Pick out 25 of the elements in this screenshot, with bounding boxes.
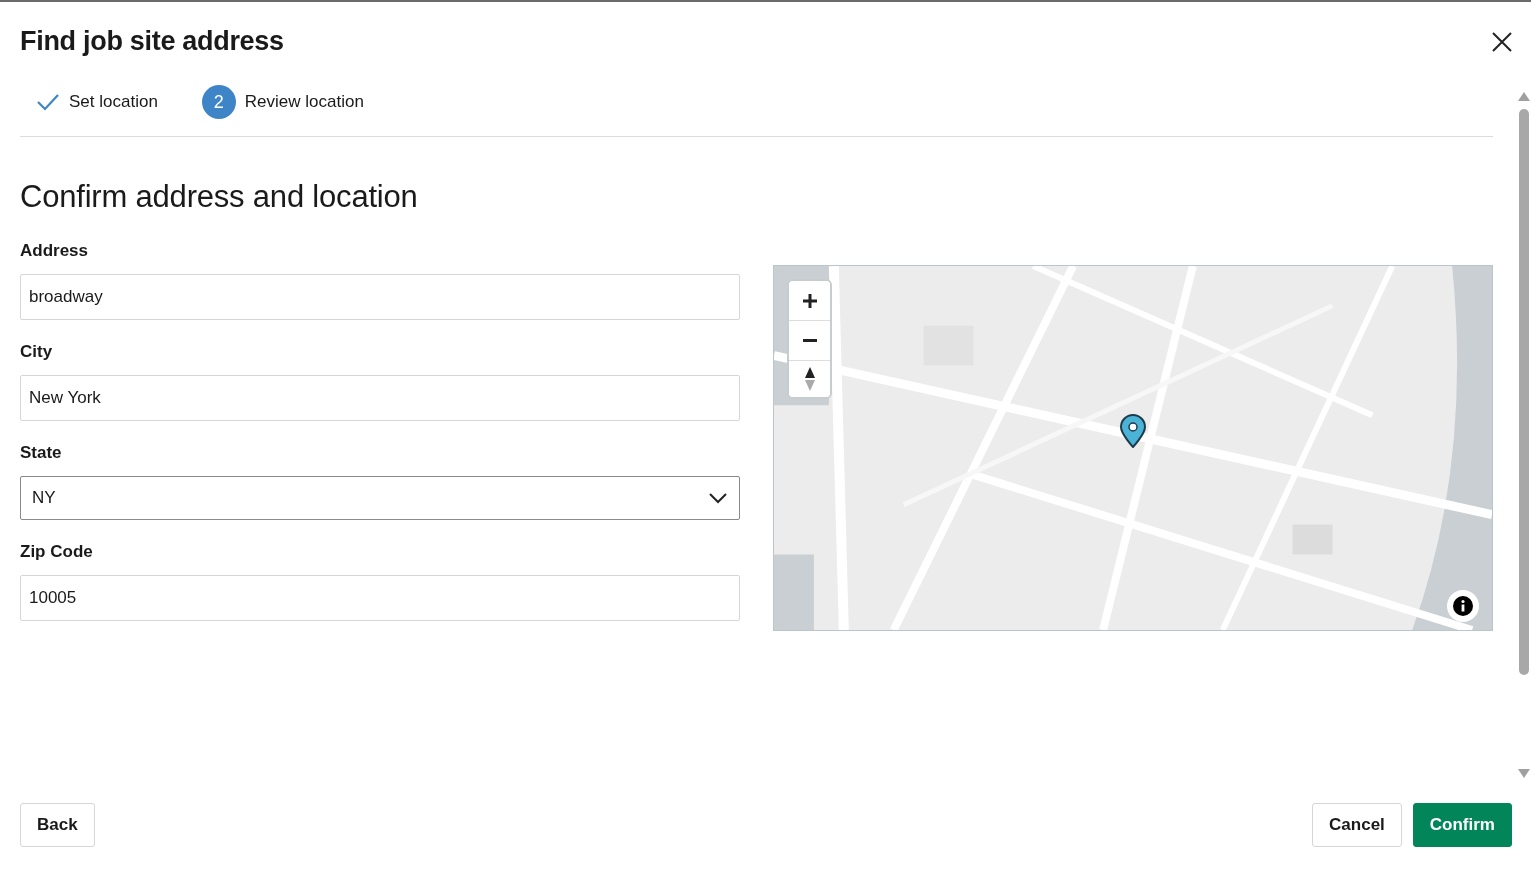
location-pin-icon xyxy=(1119,414,1147,448)
input-field[interactable]: New York xyxy=(20,375,740,421)
minus-icon xyxy=(801,339,818,342)
confirm-button[interactable]: Confirm xyxy=(1412,803,1512,847)
field-label: Address xyxy=(20,241,90,261)
cancel-button[interactable]: Cancel xyxy=(1312,803,1402,847)
input-field[interactable]: 10005 xyxy=(20,575,740,621)
zoom-in-button[interactable] xyxy=(789,281,830,321)
section-heading: Confirm address and location xyxy=(20,179,419,215)
field-label: City xyxy=(20,342,54,362)
input-field[interactable]: broadway xyxy=(20,274,740,320)
compass-icon xyxy=(803,366,816,392)
info-icon xyxy=(1453,596,1473,616)
chevron-icon xyxy=(708,492,728,504)
step-label[interactable]: Set location xyxy=(69,92,158,112)
back-button[interactable]: Back xyxy=(20,803,95,847)
step-number: 2 xyxy=(201,85,236,119)
dropdown-value: NY xyxy=(32,488,56,508)
close-icon[interactable] xyxy=(1491,30,1513,53)
field-label: State xyxy=(20,443,63,463)
dialog-title: Find job site address xyxy=(20,26,284,57)
state-dropdown[interactable]: NY xyxy=(20,476,740,520)
plus-icon xyxy=(801,292,818,309)
field-label: Zip Code xyxy=(20,542,94,562)
step-label[interactable]: Review location xyxy=(244,92,364,112)
